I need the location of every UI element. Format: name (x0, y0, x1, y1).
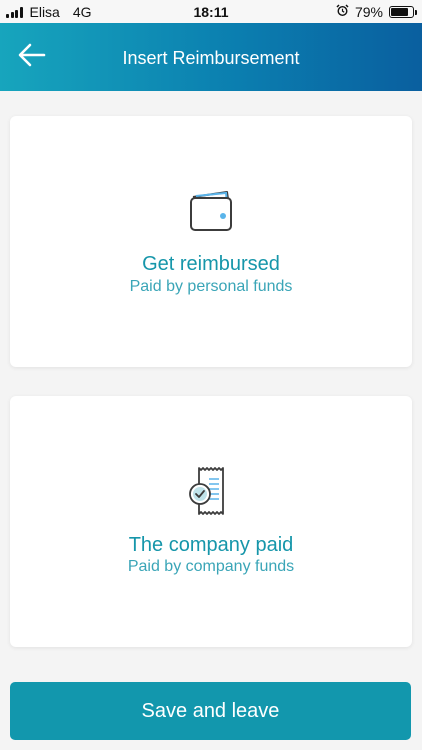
app-header: Insert Reimbursement (0, 23, 422, 91)
save-and-leave-button[interactable]: Save and leave (10, 682, 411, 740)
status-bar: Elisa 4G 18:11 79% (0, 0, 422, 23)
battery-fill (391, 8, 408, 16)
battery-icon (389, 6, 417, 18)
alarm-icon (336, 4, 349, 20)
option-title: Get reimbursed (142, 253, 280, 275)
page-title: Insert Reimbursement (122, 48, 300, 68)
wallet-icon (187, 187, 235, 240)
battery-percent: 79% (354, 4, 383, 20)
option-title: The company paid (128, 534, 294, 556)
status-right: 79% (336, 4, 417, 20)
option-subtitle: Paid by personal funds (129, 278, 293, 295)
receipt-check-icon (187, 466, 235, 523)
option-subtitle: Paid by company funds (127, 558, 295, 575)
get-reimbursed-option[interactable]: Get reimbursed Paid by personal funds (10, 116, 412, 367)
company-paid-option[interactable]: The company paid Paid by company funds (10, 396, 412, 647)
